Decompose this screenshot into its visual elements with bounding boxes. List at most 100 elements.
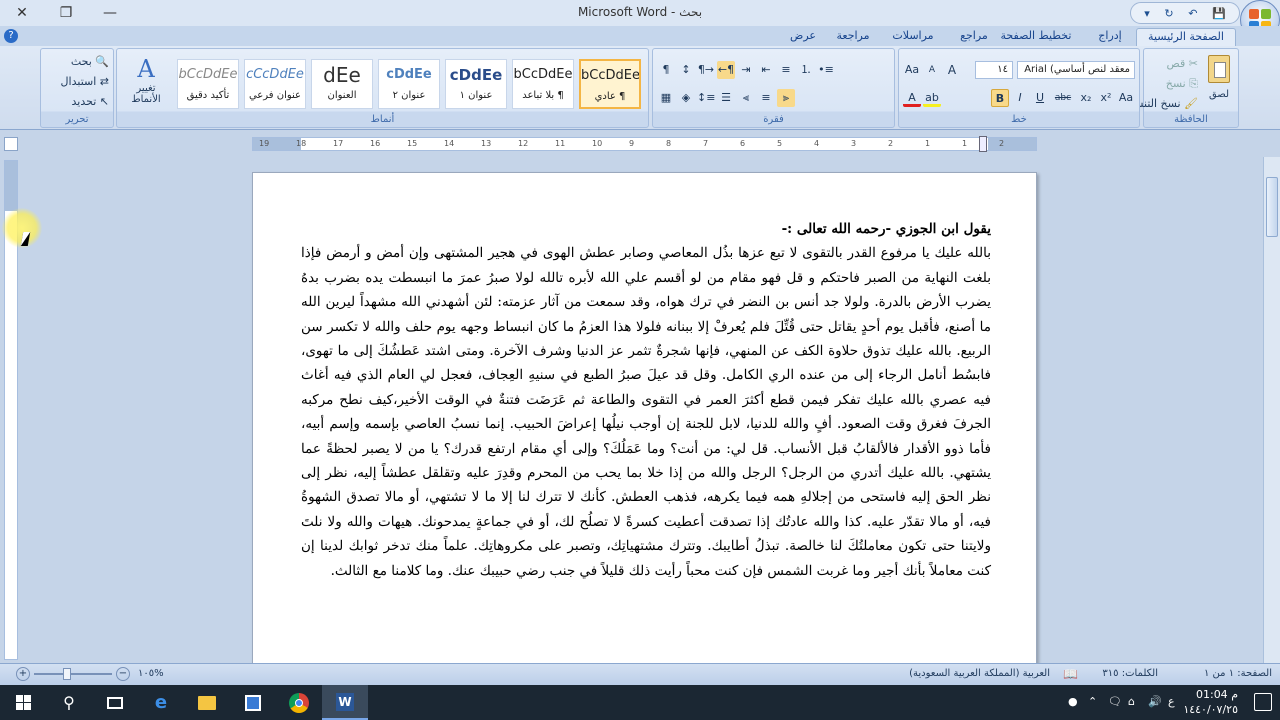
- redo-button[interactable]: ↻: [1164, 7, 1173, 20]
- highlight-button[interactable]: ab: [923, 89, 941, 107]
- task-view-button[interactable]: [92, 685, 138, 720]
- file-explorer-button[interactable]: [184, 685, 230, 720]
- multilevel-list-button[interactable]: ≡: [777, 61, 795, 79]
- decrease-indent-button[interactable]: ⇤: [757, 61, 775, 79]
- align-left-button[interactable]: ⫷: [737, 89, 755, 107]
- subscript-button[interactable]: x₂: [1077, 89, 1095, 107]
- change-styles-button[interactable]: A تغيير الأنماط: [121, 55, 171, 105]
- document-page[interactable]: يقول ابن الجوزي -رحمه الله تعالى :- بالل…: [252, 172, 1037, 672]
- language-indicator[interactable]: العربية (المملكة العربية السعودية): [909, 668, 1050, 679]
- page-indicator[interactable]: الصفحة: ١ من ١: [1204, 668, 1272, 679]
- indent-marker[interactable]: [979, 136, 987, 152]
- style-title[interactable]: dEe العنوان: [311, 59, 373, 109]
- chrome-icon: [289, 692, 309, 713]
- volume-icon[interactable]: 🔊: [1148, 695, 1162, 708]
- document-body[interactable]: يقول ابن الجوزي -رحمه الله تعالى :- بالل…: [301, 217, 991, 583]
- shrink-font-button[interactable]: A: [923, 61, 941, 79]
- help-icon[interactable]: ?: [4, 29, 18, 43]
- style-sample: bCcDdEe: [581, 68, 639, 83]
- store-button[interactable]: [230, 685, 276, 720]
- replace-button[interactable]: ⇄ استبدال: [61, 75, 109, 88]
- style-sample: cDdEe: [386, 67, 432, 82]
- network-icon[interactable]: ⌂: [1128, 695, 1135, 708]
- numbering-button[interactable]: ⒈: [797, 61, 815, 79]
- ruler-number: 10: [592, 139, 603, 148]
- tab-page-layout[interactable]: تخطيط الصفحة: [988, 28, 1084, 46]
- word-count[interactable]: الكلمات: ٣١٥: [1102, 668, 1158, 679]
- cut-button[interactable]: ✂ قص: [1167, 57, 1198, 70]
- zoom-slider[interactable]: [34, 668, 112, 680]
- bold-button[interactable]: B: [991, 89, 1009, 107]
- font-name-combo[interactable]: معقد لنص أساسي) Arial: [1017, 61, 1135, 79]
- customize-qat-button[interactable]: ▾: [1144, 7, 1150, 20]
- document-heading: يقول ابن الجوزي -رحمه الله تعالى :-: [781, 221, 991, 237]
- tab-home[interactable]: الصفحة الرئيسية: [1136, 28, 1236, 46]
- zoom-slider-thumb[interactable]: [63, 668, 71, 680]
- style-no-spacing[interactable]: bCcDdEe ¶ بلا تباعد: [512, 59, 574, 109]
- ruler-number: 1: [962, 139, 968, 148]
- ltr-button[interactable]: ¶→: [697, 61, 715, 79]
- style-subtitle[interactable]: cCcDdEe عنوان فرعي: [244, 59, 306, 109]
- shading-button[interactable]: ◈: [677, 89, 695, 107]
- rtl-button[interactable]: ←¶: [717, 61, 735, 79]
- search-button[interactable]: ⚲: [46, 685, 92, 720]
- bullets-button[interactable]: •≡: [817, 61, 835, 79]
- select-button[interactable]: ↖ تحديد: [72, 95, 110, 108]
- clear-format-button[interactable]: Aa: [903, 61, 921, 79]
- show-marks-button[interactable]: ¶: [657, 61, 675, 79]
- copy-button[interactable]: ⎘ نسخ: [1166, 77, 1198, 91]
- notification-center-icon[interactable]: [1254, 693, 1272, 711]
- find-button[interactable]: 🔍 بحث: [71, 55, 109, 68]
- superscript-button[interactable]: x²: [1097, 89, 1115, 107]
- paragraph-group-label: فقرة: [763, 114, 784, 125]
- horizontal-ruler[interactable]: 19 18 17 16 15 14 13 12 11 10 9 8 7 6 5 4 3 2 1 1 2: [252, 136, 1037, 152]
- font-color-button[interactable]: A: [903, 89, 921, 107]
- tab-view[interactable]: عرض: [788, 28, 818, 46]
- borders-button[interactable]: ▦: [657, 89, 675, 107]
- strike-button[interactable]: abc: [1051, 89, 1075, 107]
- sort-button[interactable]: ↕: [677, 61, 695, 79]
- vruler-margin-top: [5, 161, 17, 211]
- input-language[interactable]: ع: [1168, 695, 1175, 708]
- ribbon-tabs: ? الصفحة الرئيسية إدراج تخطيط الصفحة مرا…: [0, 26, 1280, 46]
- tab-review[interactable]: مراجعة: [832, 28, 874, 46]
- increase-indent-button[interactable]: ⇥: [737, 61, 755, 79]
- tray-overflow-icon[interactable]: ⌃: [1088, 695, 1097, 708]
- ruler-number: 18: [296, 139, 307, 148]
- font-size-combo[interactable]: ١٤: [975, 61, 1013, 79]
- ribbon: لصق ✂ قص ⎘ نسخ 🖌 نسخ التنسيق الحافظة معق…: [0, 46, 1280, 130]
- tray-app-icon[interactable]: ●: [1068, 695, 1078, 708]
- zoom-out-button[interactable]: −: [116, 667, 130, 681]
- style-normal[interactable]: bCcDdEe ¶ عادي: [579, 59, 641, 109]
- word-taskbar-button[interactable]: W: [322, 685, 368, 720]
- start-button[interactable]: [0, 685, 46, 720]
- clock[interactable]: 01:04 م ١٤٤٠/٠٧/٢٥: [1183, 687, 1238, 717]
- align-right-button[interactable]: ⫸: [777, 89, 795, 107]
- italic-button[interactable]: I: [1011, 89, 1029, 107]
- change-case-button[interactable]: Aa: [1117, 89, 1135, 107]
- line-spacing-button[interactable]: ↕≡: [697, 89, 715, 107]
- grow-font-button[interactable]: A: [943, 61, 961, 79]
- underline-button[interactable]: U: [1031, 89, 1049, 107]
- style-subtle-emphasis[interactable]: bCcDdEe تأكيد دقيق: [177, 59, 239, 109]
- tab-insert[interactable]: إدراج: [1090, 28, 1130, 46]
- undo-button[interactable]: ↶: [1188, 7, 1197, 20]
- justify-button[interactable]: ☰: [717, 89, 735, 107]
- proofing-icon[interactable]: 📖: [1063, 667, 1078, 681]
- tab-mailings[interactable]: مراسلات: [886, 28, 940, 46]
- save-button[interactable]: 💾: [1212, 7, 1226, 20]
- style-heading-1[interactable]: cDdEe عنوان ١: [445, 59, 507, 109]
- style-heading-2[interactable]: cDdEe عنوان ٢: [378, 59, 440, 109]
- zoom-in-button[interactable]: +: [16, 667, 30, 681]
- notifications-icon[interactable]: 🗨: [1108, 695, 1122, 708]
- chrome-button[interactable]: [276, 685, 322, 720]
- paste-button[interactable]: لصق: [1204, 55, 1234, 100]
- tab-references[interactable]: مراجع: [956, 28, 992, 46]
- tab-selector[interactable]: [4, 137, 18, 151]
- vertical-scrollbar[interactable]: [1263, 157, 1280, 663]
- scroll-thumb[interactable]: [1266, 177, 1278, 237]
- edge-button[interactable]: e: [138, 685, 184, 720]
- replace-icon: ⇄: [99, 75, 109, 88]
- zoom-level[interactable]: %١٠٥: [138, 668, 164, 679]
- center-button[interactable]: ≡: [757, 89, 775, 107]
